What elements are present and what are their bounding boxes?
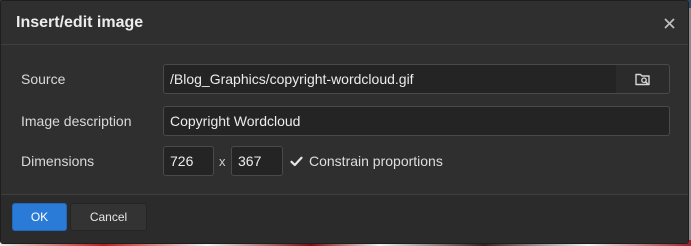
close-icon [664, 18, 674, 28]
description-row: Image description [1, 106, 688, 136]
cancel-button[interactable]: Cancel [70, 203, 147, 231]
dimensions-row: Dimensions x Constrain proportions [1, 146, 688, 176]
height-input[interactable] [231, 146, 283, 176]
dialog-body: Source Image description Dimensions x [1, 46, 688, 196]
source-row: Source [1, 64, 688, 94]
insert-edit-image-dialog: Insert/edit image Source Image descripti… [0, 0, 689, 244]
checkmark-icon [289, 156, 303, 166]
description-input[interactable] [163, 106, 670, 136]
close-button[interactable] [658, 12, 680, 34]
dimensions-separator: x [219, 154, 226, 169]
source-label: Source [21, 71, 66, 87]
width-input[interactable] [163, 146, 214, 176]
constrain-proportions-label[interactable]: Constrain proportions [309, 153, 443, 169]
dialog-titlebar: Insert/edit image [1, 1, 688, 45]
description-label: Image description [21, 113, 132, 129]
dimensions-label: Dimensions [21, 153, 95, 169]
dialog-footer: OK Cancel [1, 194, 688, 243]
browse-folder-icon [634, 73, 650, 86]
browse-button[interactable] [616, 64, 670, 94]
constrain-proportions-checkbox[interactable] [288, 153, 304, 169]
dialog-title: Insert/edit image [16, 13, 144, 31]
ok-button[interactable]: OK [12, 203, 67, 231]
source-input[interactable] [163, 64, 617, 94]
